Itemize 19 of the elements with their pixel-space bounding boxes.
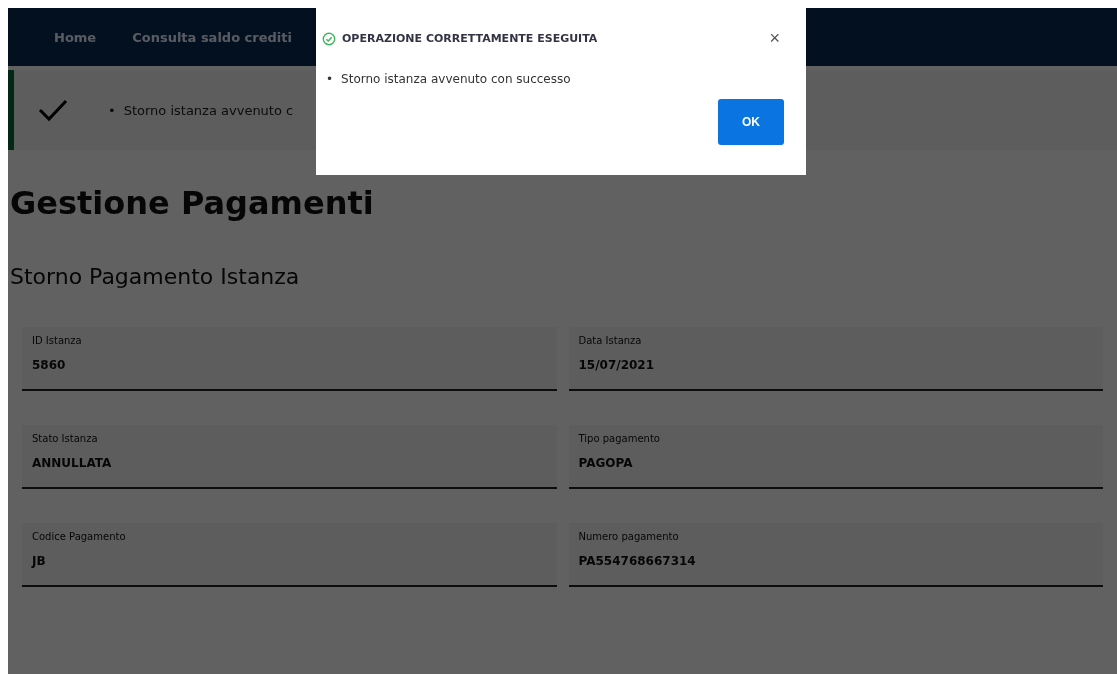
readonly-field[interactable]: Tipo pagamento PAGOPA	[568, 425, 1103, 489]
dialog-title: OPERAZIONE CORRETTAMENTE ESEGUITA	[342, 32, 599, 45]
ok-button[interactable]: OK	[718, 99, 784, 145]
readonly-field[interactable]: ID Istanza 5860	[22, 327, 557, 391]
close-button[interactable]: ×	[765, 28, 784, 49]
nav-link[interactable]: Home	[54, 29, 97, 45]
bullet: •	[326, 71, 334, 87]
page-title: Gestione Pagamenti	[10, 184, 375, 222]
dialog-message: Storno istanza avvenuto con successo	[341, 71, 571, 87]
alert-message: Storno istanza avvenuto c	[123, 102, 294, 118]
checkmark-icon	[38, 98, 68, 122]
nav-link[interactable]: Consulta saldo crediti	[132, 29, 292, 45]
section-title: Storno Pagamento Istanza	[10, 264, 301, 289]
check-circle-icon	[322, 31, 336, 46]
readonly-field[interactable]: Data Istanza 15/07/2021	[568, 327, 1103, 391]
bullet: •	[108, 102, 116, 118]
readonly-field[interactable]: Numero pagamento PA554768667314	[568, 523, 1103, 587]
readonly-field[interactable]: Codice Pagamento JB	[22, 523, 557, 587]
readonly-field[interactable]: Stato Istanza ANNULLATA	[22, 425, 557, 489]
